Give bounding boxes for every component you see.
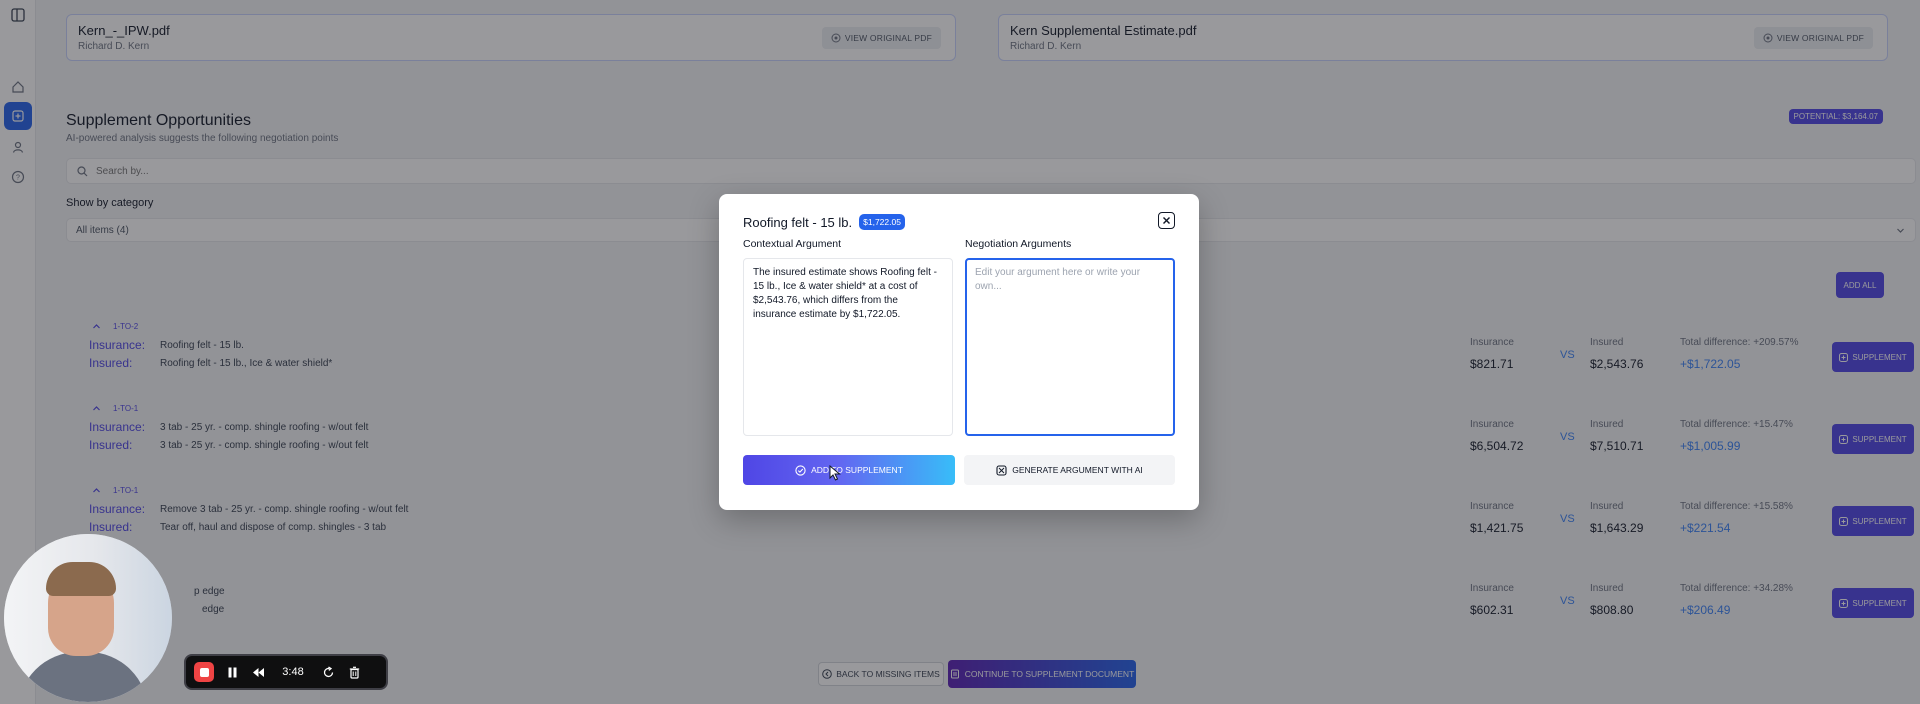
recording-toolbar: 3:48 — [184, 654, 388, 690]
trash-icon — [349, 666, 359, 679]
contextual-argument-label: Contextual Argument — [743, 238, 842, 250]
pause-button[interactable] — [224, 664, 240, 680]
stop-recording-button[interactable] — [194, 662, 214, 682]
negotiation-arguments-label: Negotiation Arguments — [965, 238, 1072, 250]
negotiation-argument-input[interactable] — [965, 258, 1175, 436]
add-to-supplement-label: ADD TO SUPPLEMENT — [811, 465, 903, 475]
webcam-person-hair — [46, 562, 116, 596]
modal-title: Roofing felt - 15 lb. $1,722.05 — [743, 214, 905, 230]
modal-title-text: Roofing felt - 15 lb. — [743, 214, 853, 230]
generate-argument-label: GENERATE ARGUMENT WITH AI — [1012, 465, 1143, 475]
argument-modal: Roofing felt - 15 lb. $1,722.05 Contextu… — [719, 194, 1199, 510]
contextual-argument-text: The insured estimate shows Roofing felt … — [743, 258, 953, 436]
add-to-supplement-button[interactable]: ADD TO SUPPLEMENT — [743, 455, 955, 485]
restart-icon — [323, 665, 333, 677]
close-icon — [1163, 217, 1170, 224]
delete-recording-button[interactable] — [346, 664, 362, 680]
rewind-icon — [252, 667, 264, 677]
ai-icon — [996, 464, 1007, 476]
generate-argument-button[interactable]: GENERATE ARGUMENT WITH AI — [964, 455, 1175, 485]
stop-icon — [199, 667, 209, 677]
close-button[interactable] — [1158, 212, 1175, 229]
rewind-button[interactable] — [250, 664, 266, 680]
check-circle-icon — [795, 464, 806, 476]
mouse-pointer-icon — [829, 465, 841, 481]
restart-button[interactable] — [320, 664, 336, 680]
webcam-bubble[interactable] — [4, 534, 172, 702]
pause-icon — [228, 667, 236, 677]
recording-time: 3:48 — [282, 666, 304, 678]
difference-badge: $1,722.05 — [859, 214, 905, 230]
